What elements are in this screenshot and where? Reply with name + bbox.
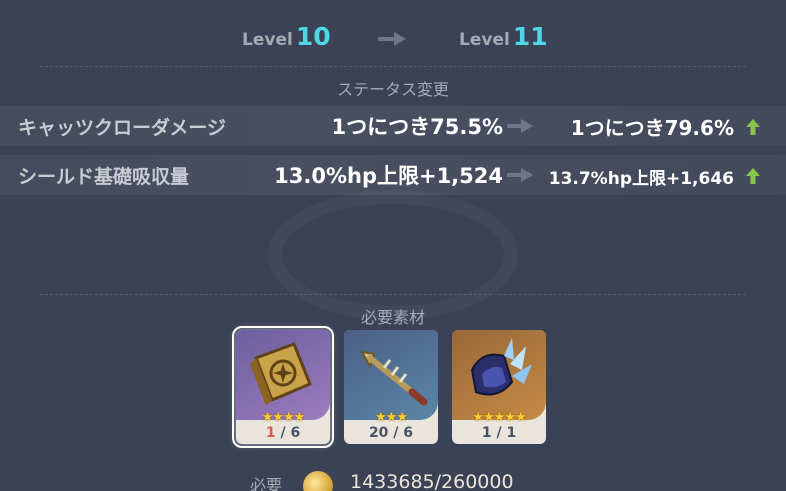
talent-book-icon (250, 342, 312, 406)
material-need: 6 (403, 425, 414, 441)
stat-new-value: 13.7%hp上限+1,646 (548, 169, 734, 189)
stat-name: キャッツクローダメージ (18, 117, 227, 139)
stat-row-cat-claw-damage: キャッツクローダメージ 1つにつき75.5% 1つにつき79.6% (0, 106, 786, 146)
arrowhead-material-icon (360, 350, 428, 406)
current-level: Level 10 (242, 22, 331, 51)
level-word: Level (242, 30, 293, 50)
material-card-arrowhead[interactable]: ★★★ 20 / 6 (344, 330, 438, 444)
divider (40, 66, 746, 67)
background-emblem (268, 190, 518, 320)
material-count: 20 / 6 (344, 425, 438, 441)
material-card-crown-fragment[interactable]: ★★★★★ 1 / 1 (452, 330, 546, 444)
mora-coin-icon (303, 471, 333, 491)
right-arrow-icon (507, 168, 533, 182)
material-separator: / (496, 425, 507, 441)
right-arrow-icon (507, 119, 533, 133)
crown-fragment-icon (470, 338, 532, 396)
material-have: 1 (481, 425, 492, 441)
status-change-title: ステータス変更 (336, 80, 449, 99)
rarity-stars: ★★★ (375, 410, 408, 425)
materials-title: 必要素材 (360, 308, 425, 327)
material-have: 1 (265, 425, 276, 441)
cost-label: 必要 (250, 476, 283, 491)
mora-cost: 必要 1433685/260000 (0, 470, 786, 491)
material-need: 6 (290, 425, 301, 441)
right-arrow-icon (378, 32, 406, 46)
next-level: Level 11 (459, 22, 548, 51)
material-list: ★★★★ 1 / 6 ★★★ 20 / 6 ★★★★★ 1 / 1 (232, 326, 548, 448)
current-level-number: 10 (295, 22, 331, 51)
divider (40, 294, 746, 295)
material-separator: / (280, 425, 291, 441)
stat-old-value: 1つにつき75.5% (331, 115, 503, 139)
rarity-stars: ★★★★★ (472, 410, 526, 425)
increase-arrow-icon (746, 119, 760, 135)
cost-value: 1433685/260000 (350, 471, 514, 491)
level-word: Level (459, 30, 510, 50)
stat-name: シールド基礎吸収量 (18, 166, 190, 188)
material-separator: / (393, 425, 404, 441)
material-art (344, 330, 438, 420)
stat-row-shield-absorption: シールド基礎吸収量 13.0%hp上限+1,524 13.7%hp上限+1,64… (0, 155, 786, 195)
stat-new-value: 1つにつき79.6% (570, 116, 734, 140)
material-art (452, 330, 546, 420)
material-have: 20 (368, 425, 389, 441)
material-count: 1 / 1 (452, 425, 546, 441)
material-count: 1 / 6 (236, 425, 330, 441)
level-change: Level 10 Level 11 (0, 22, 786, 56)
increase-arrow-icon (746, 168, 760, 184)
material-card-talent-book[interactable]: ★★★★ 1 / 6 (232, 326, 334, 448)
material-need: 1 (506, 425, 517, 441)
next-level-number: 11 (512, 22, 548, 51)
rarity-stars: ★★★★ (261, 410, 306, 425)
material-art (236, 330, 330, 420)
stat-old-value: 13.0%hp上限+1,524 (274, 164, 503, 188)
